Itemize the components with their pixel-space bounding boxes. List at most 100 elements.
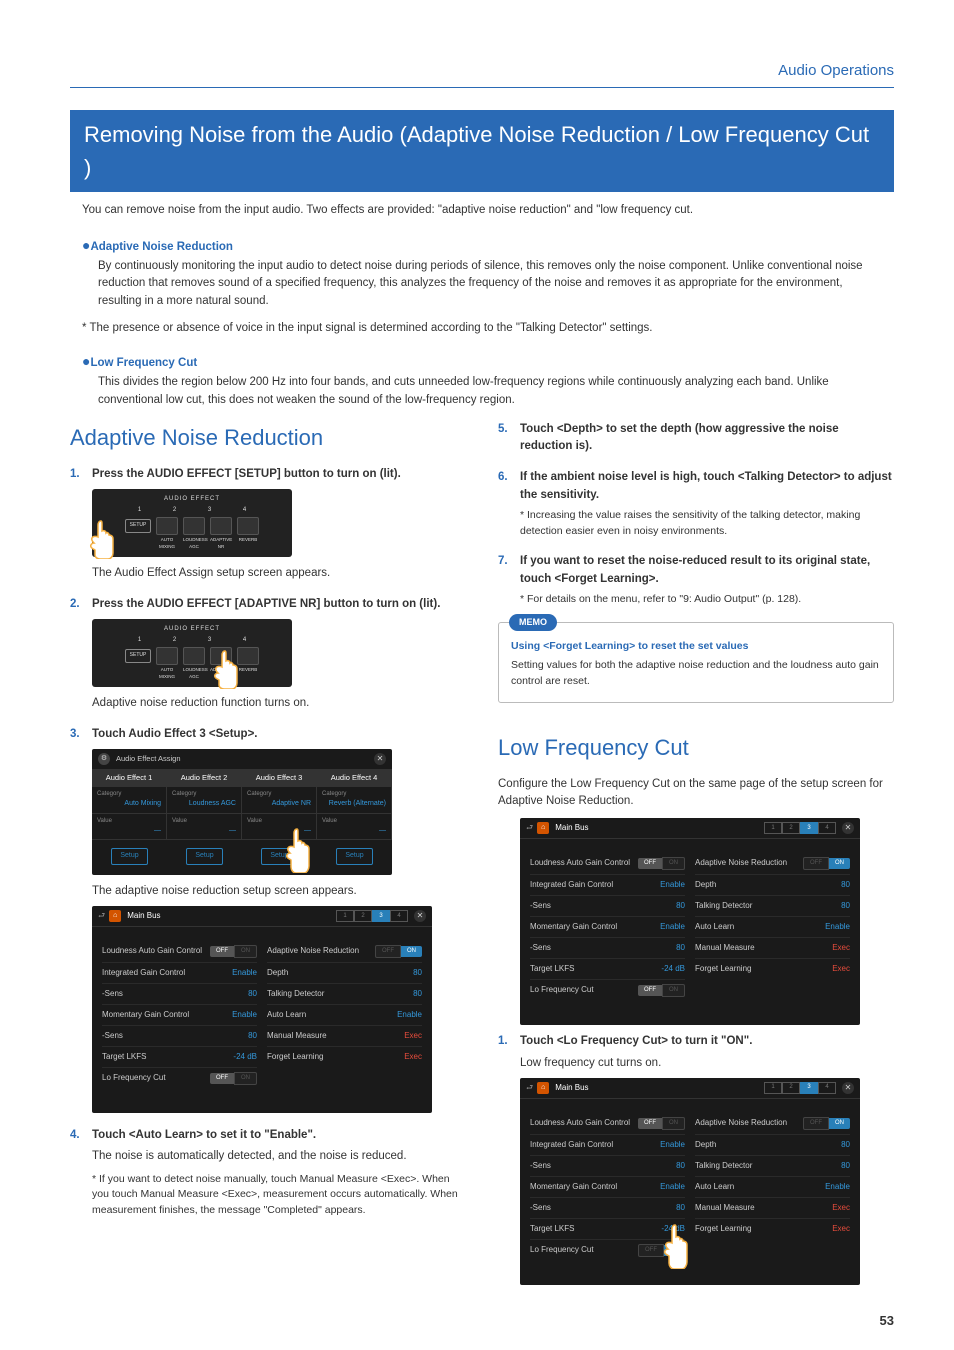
screen-row[interactable]: Auto LearnEnable — [695, 917, 850, 938]
screen-tab[interactable]: 1 — [764, 1082, 782, 1094]
toggle[interactable]: OFFON — [638, 984, 685, 997]
screen-row[interactable]: Talking Detector80 — [267, 984, 422, 1005]
screen-tab[interactable]: 3 — [800, 1082, 818, 1094]
screen-row[interactable]: Target LKFS-24 dB — [530, 959, 685, 980]
screen-row[interactable]: -Sens80 — [530, 938, 685, 959]
screen-tab[interactable]: 2 — [782, 822, 800, 834]
screen-row[interactable]: Talking Detector80 — [695, 1156, 850, 1177]
assign-setup-btn[interactable]: Setup — [336, 848, 372, 865]
toggle[interactable]: OFFON — [375, 945, 422, 958]
screen-row[interactable]: Depth80 — [267, 963, 422, 984]
screen-tab[interactable]: 1 — [764, 822, 782, 834]
screen-row[interactable]: Talking Detector80 — [695, 896, 850, 917]
back-icon[interactable]: ⮐ — [526, 1082, 533, 1094]
hw-btn-1[interactable] — [156, 517, 178, 535]
screen-row[interactable]: Momentary Gain ControlEnable — [530, 1177, 685, 1198]
toggle[interactable]: OFFON — [803, 857, 850, 870]
hw-btn-4[interactable] — [237, 647, 259, 665]
screen-row[interactable]: -Sens80 — [102, 984, 257, 1005]
screen-row[interactable]: Auto LearnEnable — [695, 1177, 850, 1198]
close-icon[interactable]: ✕ — [374, 753, 386, 765]
back-icon[interactable]: ⮐ — [526, 822, 533, 834]
assign-setup-btn[interactable]: Setup — [111, 848, 147, 865]
step-3-head: Touch Audio Effect 3 <Setup>. — [92, 726, 466, 743]
screen-tab[interactable]: 1 — [336, 910, 354, 922]
screen-row[interactable]: Adaptive Noise ReductionOFFON — [695, 853, 850, 875]
adaptive-heading: ●Adaptive Noise Reduction — [82, 235, 882, 256]
left-column: Adaptive Noise Reduction 1. Press the AU… — [70, 421, 466, 1299]
hw-btn-1[interactable] — [156, 647, 178, 665]
screen-tab[interactable]: 3 — [372, 910, 390, 922]
assign-cat-row: CategoryAuto MixingCategoryLoudness AGCC… — [92, 787, 392, 814]
screen-row[interactable]: Loudness Auto Gain ControlOFFON — [102, 941, 257, 963]
screen-row[interactable]: Forget LearningExec — [695, 1219, 850, 1239]
lfc-step-1: 1. Touch <Lo Frequency Cut> to turn it "… — [498, 1033, 894, 1285]
screen-title: Main Bus — [127, 910, 336, 922]
hw-nums: 1234 — [122, 506, 262, 515]
toggle[interactable]: OFFON — [638, 1117, 685, 1130]
hw-btn-2[interactable] — [183, 517, 205, 535]
screen-tab[interactable]: 4 — [818, 1082, 836, 1094]
screen-row[interactable]: Lo Frequency CutOFFON — [530, 980, 685, 1001]
screen-row[interactable]: Adaptive Noise ReductionOFFON — [267, 941, 422, 963]
step-3-caption: The adaptive noise reduction setup scree… — [92, 883, 466, 900]
screen-lfc-1: ⮐ ⌂ Main Bus1234 ✕ Loudness Auto Gain Contro… — [520, 818, 860, 1025]
finger-icon — [282, 827, 312, 873]
screen-tab[interactable]: 3 — [800, 822, 818, 834]
screen-title: Main Bus — [555, 822, 764, 834]
screen-row[interactable]: -Sens80 — [530, 1156, 685, 1177]
hw-setup-btn[interactable]: SETUP — [125, 649, 151, 663]
screen-row[interactable]: Adaptive Noise ReductionOFFON — [695, 1113, 850, 1135]
screen-row[interactable]: Forget LearningExec — [267, 1047, 422, 1067]
step-1: 1. Press the AUDIO EFFECT [SETUP] button… — [70, 466, 466, 582]
screen-row[interactable]: Depth80 — [695, 1135, 850, 1156]
screen-row[interactable]: Depth80 — [695, 875, 850, 896]
step-1-caption: The Audio Effect Assign setup screen app… — [92, 565, 466, 582]
step-4-head: Touch <Auto Learn> to set it to "Enable"… — [92, 1127, 466, 1144]
screen-row[interactable]: Integrated Gain ControlEnable — [530, 875, 685, 896]
hw-btn-3[interactable] — [210, 517, 232, 535]
lfc-step-1-head: Touch <Lo Frequency Cut> to turn it "ON"… — [520, 1033, 894, 1050]
finger-icon — [660, 1223, 690, 1269]
close-icon[interactable]: ✕ — [414, 910, 426, 922]
screen-row[interactable]: Loudness Auto Gain ControlOFFON — [530, 1113, 685, 1135]
close-icon[interactable]: ✕ — [842, 1082, 854, 1094]
hw-btn-4[interactable] — [237, 517, 259, 535]
screen-row[interactable]: Auto LearnEnable — [267, 1005, 422, 1026]
screen-row[interactable]: Manual MeasureExec — [695, 1198, 850, 1219]
screen-row[interactable]: -Sens80 — [530, 1198, 685, 1219]
screen-row[interactable]: -Sens80 — [530, 896, 685, 917]
screen-row[interactable]: Target LKFS-24 dB — [102, 1047, 257, 1068]
screen-row[interactable]: Lo Frequency CutOFFON — [102, 1068, 257, 1089]
screen-tab[interactable]: 4 — [390, 910, 408, 922]
screen-row[interactable]: Manual MeasureExec — [267, 1026, 422, 1047]
close-icon[interactable]: ✕ — [842, 822, 854, 834]
home-icon[interactable]: ⌂ — [109, 910, 121, 922]
hw-btn-2[interactable] — [183, 647, 205, 665]
toggle[interactable]: OFFON — [210, 945, 257, 958]
step-2-head: Press the AUDIO EFFECT [ADAPTIVE NR] but… — [92, 596, 466, 613]
screen-row[interactable]: Forget LearningExec — [695, 959, 850, 979]
home-icon[interactable]: ⌂ — [537, 822, 549, 834]
toggle[interactable]: OFFON — [210, 1072, 257, 1085]
screen-tab[interactable]: 4 — [818, 822, 836, 834]
screen-row[interactable]: Integrated Gain ControlEnable — [530, 1135, 685, 1156]
assign-setup-btn[interactable]: Setup — [186, 848, 222, 865]
toggle[interactable]: OFFON — [638, 857, 685, 870]
step-3: 3. Touch Audio Effect 3 <Setup>. ⚙ Audio… — [70, 726, 466, 1113]
toggle[interactable]: OFFON — [803, 1117, 850, 1130]
assign-col-headers: Audio Effect 1Audio Effect 2Audio Effect… — [92, 769, 392, 787]
screen-row[interactable]: Manual MeasureExec — [695, 938, 850, 959]
step-4-body: The noise is automatically detected, and… — [92, 1148, 466, 1165]
screen-row[interactable]: -Sens80 — [102, 1026, 257, 1047]
screen-row[interactable]: Momentary Gain ControlEnable — [102, 1005, 257, 1026]
screen-row[interactable]: Integrated Gain ControlEnable — [102, 963, 257, 984]
hw-setup-btn[interactable]: SETUP — [125, 519, 151, 533]
home-icon[interactable]: ⌂ — [537, 1082, 549, 1094]
hw-subs: AUTO MIXINGLOUDNESS AGCADAPTIVE NRREVERB — [102, 537, 282, 551]
back-icon[interactable]: ⮐ — [98, 910, 105, 922]
screen-row[interactable]: Momentary Gain ControlEnable — [530, 917, 685, 938]
screen-tab[interactable]: 2 — [354, 910, 372, 922]
screen-tab[interactable]: 2 — [782, 1082, 800, 1094]
screen-row[interactable]: Loudness Auto Gain ControlOFFON — [530, 853, 685, 875]
